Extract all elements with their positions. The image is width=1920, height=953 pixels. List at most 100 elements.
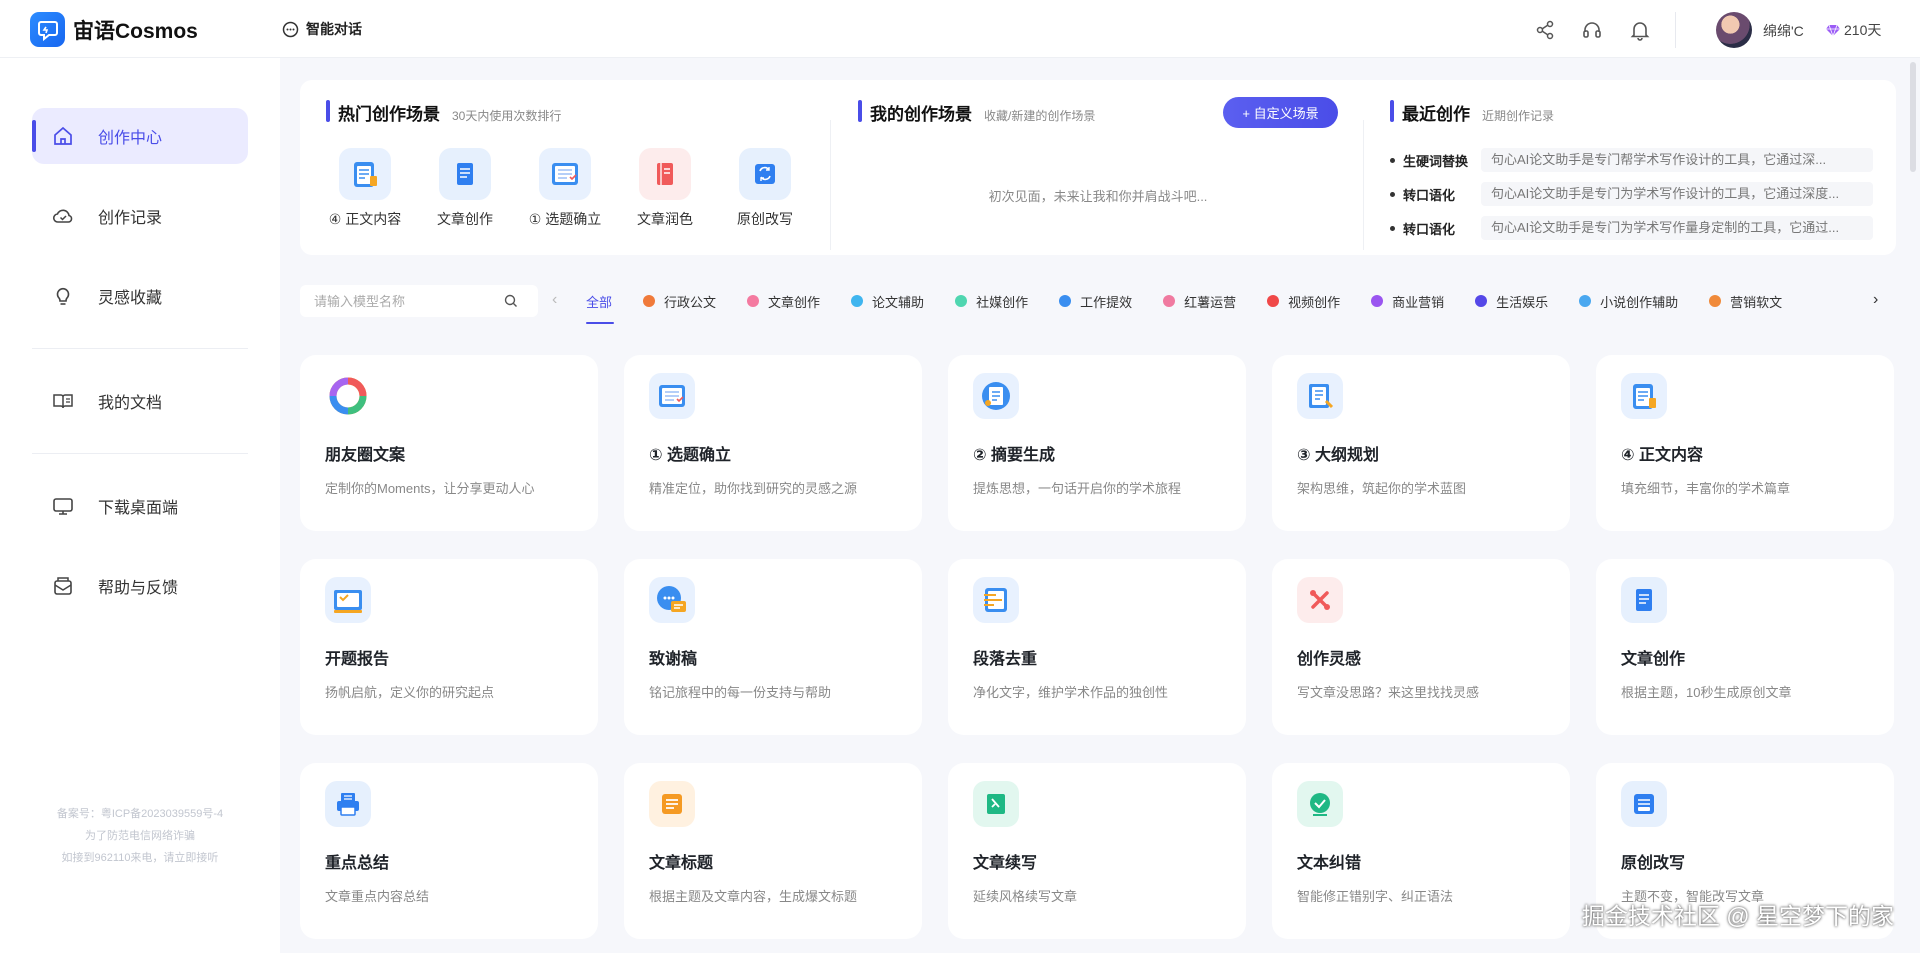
username[interactable]: 绵绵'C <box>1763 21 1804 41</box>
card-desc: 延续风格续写文章 <box>973 889 1078 904</box>
chat-bubble-icon <box>282 21 299 37</box>
scene-card[interactable]: 段落去重 净化文字，维护学术作品的独创性 <box>948 559 1246 735</box>
hot-scene-item[interactable]: ④ 正文内容 <box>315 148 415 229</box>
sidebar-item-inspiration[interactable]: 灵感收藏 <box>32 268 248 324</box>
tab-label: 红薯运营 <box>1184 294 1237 310</box>
scrollbar[interactable] <box>1910 62 1916 172</box>
hot-scenes-header: 热门创作场景 30天内使用次数排行 <box>326 100 561 125</box>
tab-dot <box>1163 295 1176 307</box>
tab-category[interactable]: 社媒创作 <box>955 290 1028 312</box>
rewrite-icon <box>1621 781 1667 827</box>
avatar[interactable] <box>1716 12 1752 48</box>
mail-icon <box>52 575 74 597</box>
outline-icon <box>1297 373 1343 419</box>
topbar-divider <box>1675 12 1676 48</box>
tab-label: 文章创作 <box>768 294 821 310</box>
scene-card[interactable]: ④ 正文内容 填充细节，丰富你的学术篇章 <box>1596 355 1894 531</box>
headset-icon[interactable] <box>1581 19 1603 41</box>
polish-book-icon <box>639 148 691 200</box>
hot-scene-label: ① 选题确立 <box>528 211 602 227</box>
recent-item[interactable]: 转口语化 句心AI论文助手是专门为学术写作量身定制的工具，它通过... <box>1390 216 1873 240</box>
card-title: 段落去重 <box>973 651 1038 668</box>
recent-item-desc: 句心AI论文助手是专门为学术写作设计的工具，它通过深度... <box>1481 182 1873 206</box>
tab-category[interactable]: 工作提效 <box>1059 290 1132 312</box>
scene-card[interactable]: ③ 大纲规划 架构思维，筑起你的学术蓝图 <box>1272 355 1570 531</box>
search-input[interactable] <box>314 293 504 309</box>
search-icon[interactable] <box>504 294 518 308</box>
logo[interactable]: 宙语Cosmos <box>30 12 198 47</box>
scene-card[interactable]: 文章创作 根据主题，10秒生成原创文章 <box>1596 559 1894 735</box>
scene-card[interactable]: 开题报告 扬帆启航，定义你的研究起点 <box>300 559 598 735</box>
hot-scene-label: 文章润色 <box>637 211 693 227</box>
chevron-left-icon[interactable]: ‹ <box>552 291 557 309</box>
sidebar-item-my-documents[interactable]: 我的文档 <box>32 373 248 429</box>
scene-card[interactable]: ② 摘要生成 提炼思想，一句话开启你的学术旅程 <box>948 355 1246 531</box>
tab-label: 营销软文 <box>1730 294 1783 310</box>
check-icon <box>1297 781 1343 827</box>
tab-category[interactable]: 论文辅助 <box>851 290 924 312</box>
tab-category[interactable]: 小说创作辅助 <box>1579 290 1678 312</box>
hot-scene-item[interactable]: 文章润色 <box>615 148 715 229</box>
tab-category[interactable]: 文章创作 <box>747 290 820 312</box>
tab-dot <box>955 295 968 307</box>
tab-category[interactable]: 营销软文 <box>1709 290 1782 312</box>
tab-category[interactable]: 生活娱乐 <box>1475 290 1548 312</box>
share-icon[interactable] <box>1534 19 1556 41</box>
tab-label: 小说创作辅助 <box>1600 294 1679 310</box>
hot-scene-label: 文章创作 <box>437 211 493 227</box>
cloud-icon <box>52 205 74 227</box>
recent-item[interactable]: 转口语化 句心AI论文助手是专门为学术写作设计的工具，它通过深度... <box>1390 182 1873 206</box>
scene-card[interactable]: 创作灵感 写文章没思路？来这里找找灵感 <box>1272 559 1570 735</box>
scene-card[interactable]: ① 选题确立 精准定位，助你找到研究的灵感之源 <box>624 355 922 531</box>
card-title: ② 摘要生成 <box>973 447 1055 464</box>
scene-card[interactable]: 致谢稿 铭记旅程中的每一份支持与帮助 <box>624 559 922 735</box>
scene-card[interactable]: 文章续写 延续风格续写文章 <box>948 763 1246 939</box>
tab-category[interactable]: 商业营销 <box>1371 290 1444 312</box>
scene-card[interactable]: 文章标题 根据主题及文章内容，生成爆文标题 <box>624 763 922 939</box>
sidebar-item-label: 我的文档 <box>98 395 163 412</box>
panel-divider <box>1363 120 1364 250</box>
title-icon <box>649 781 695 827</box>
scene-card[interactable]: 重点总结 文章重点内容总结 <box>300 763 598 939</box>
footer-line: 备案号：粤ICP备2023039559号-4 <box>56 808 224 820</box>
chevron-right-icon[interactable]: › <box>1873 291 1878 309</box>
scene-card[interactable]: 文本纠错 智能修正错别字、纠正语法 <box>1272 763 1570 939</box>
hot-scene-item[interactable]: 原创改写 <box>715 148 815 229</box>
membership-days[interactable]: 210天 <box>1826 20 1881 40</box>
home-icon <box>52 125 74 147</box>
checklist-icon <box>649 373 695 419</box>
category-tabs: 全部 行政公文 文章创作 论文辅助 社媒创作 工作提效 红薯运营 视频创作 商业… <box>586 290 1813 312</box>
tab-category[interactable]: 红薯运营 <box>1163 290 1236 312</box>
article-icon <box>1621 577 1667 623</box>
recent-item[interactable]: 生硬词替换 句心AI论文助手是专门帮学术写作设计的工具，它通过深... <box>1390 148 1873 172</box>
sidebar-item-download-desktop[interactable]: 下载桌面端 <box>32 478 248 534</box>
bell-icon[interactable] <box>1629 19 1651 41</box>
tab-dot <box>1475 295 1488 307</box>
sidebar-item-label: 创作中心 <box>98 130 163 147</box>
tab-label: 商业营销 <box>1392 294 1445 310</box>
tab-category[interactable]: 行政公文 <box>643 290 716 312</box>
sidebar-item-label: 创作记录 <box>98 210 163 227</box>
tab-dot <box>1267 295 1280 307</box>
tab-label: 论文辅助 <box>872 294 925 310</box>
sidebar-item-creation-records[interactable]: 创作记录 <box>32 188 248 244</box>
sidebar-item-creation-center[interactable]: 创作中心 <box>32 108 248 164</box>
nav-smart-chat[interactable]: 智能对话 <box>282 19 362 39</box>
hot-scenes-subtitle: 30天内使用次数排行 <box>452 109 562 123</box>
card-title: 原创改写 <box>1621 855 1686 872</box>
card-desc: 扬帆启航，定义你的研究起点 <box>325 685 495 700</box>
card-title: ③ 大纲规划 <box>1297 447 1379 464</box>
tab-all[interactable]: 全部 <box>586 290 612 312</box>
hot-scene-item[interactable]: 文章创作 <box>415 148 515 229</box>
hot-scene-label: ④ 正文内容 <box>328 211 402 227</box>
icp-footer: 备案号：粤ICP备2023039559号-4 为了防范电信网络诈骗 如接到962… <box>30 803 250 869</box>
rewrite-icon <box>739 148 791 200</box>
custom-scene-button[interactable]: + 自定义场景 <box>1223 97 1338 128</box>
sidebar-item-help-feedback[interactable]: 帮助与反馈 <box>32 558 248 614</box>
diamond-icon <box>1826 24 1840 37</box>
hot-scene-item[interactable]: ① 选题确立 <box>515 148 615 229</box>
scene-card[interactable]: 朋友圈文案 定制你的Moments，让分享更动人心 <box>300 355 598 531</box>
tab-category[interactable]: 视频创作 <box>1267 290 1340 312</box>
tab-dot <box>1579 295 1592 307</box>
paragraph-icon <box>973 577 1019 623</box>
